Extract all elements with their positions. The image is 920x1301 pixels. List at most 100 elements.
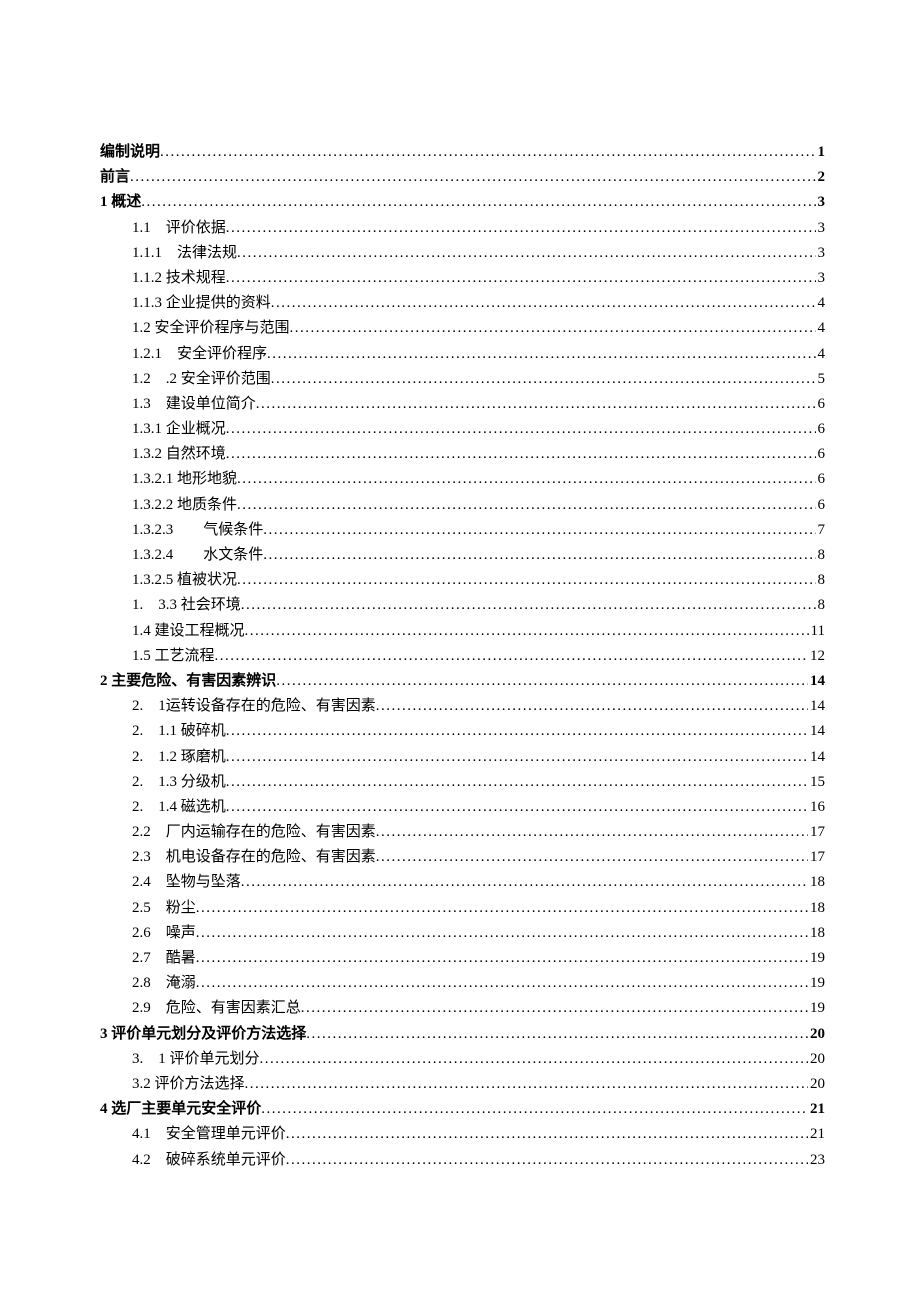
toc-entry-label: 1 概述	[100, 190, 141, 215]
toc-entry: 1.1 评价依据 3	[100, 216, 825, 241]
toc-leader-dots	[271, 291, 816, 316]
toc-entry-label: 2.6 噪声	[132, 921, 196, 946]
toc-entry: 1.3.2 自然环境 6	[100, 442, 825, 467]
toc-entry-page: 18	[808, 921, 825, 946]
toc-leader-dots	[261, 1097, 808, 1122]
toc-entry-page: 12	[808, 644, 825, 669]
toc-entry-page: 11	[809, 619, 825, 644]
toc-entry: 1.3.2.2 地质条件 6	[100, 493, 825, 518]
toc-leader-dots	[376, 845, 808, 870]
toc-entry-page: 8	[816, 593, 826, 618]
toc-leader-dots	[237, 493, 815, 518]
toc-entry-label: 1.3.2 自然环境	[132, 442, 226, 467]
toc-leader-dots	[241, 593, 816, 618]
toc-entry-page: 3	[816, 190, 826, 215]
toc-entry-page: 8	[816, 568, 826, 593]
toc-entry: 1.4 建设工程概况11	[100, 619, 825, 644]
toc-entry: 2. 1.4 磁选机 16	[100, 795, 825, 820]
toc-entry-label: 1.1.1 法律法规	[132, 241, 237, 266]
toc-entry-label: 1.1 评价依据	[132, 216, 226, 241]
toc-entry-label: 1. 3.3 社会环境	[132, 593, 241, 618]
toc-entry-label: 前言	[100, 165, 130, 190]
toc-leader-dots	[286, 1148, 808, 1173]
toc-entry: 3 评价单元划分及评价方法选择20	[100, 1022, 825, 1047]
toc-entry-page: 18	[808, 870, 825, 895]
toc-entry: 1.3 建设单位简介6	[100, 392, 825, 417]
toc-leader-dots	[276, 669, 808, 694]
toc-entry-page: 3	[816, 216, 826, 241]
toc-entry-page: 6	[816, 442, 826, 467]
toc-entry-page: 23	[808, 1148, 825, 1173]
toc-entry: 1.1.1 法律法规 3	[100, 241, 825, 266]
toc-entry-page: 16	[808, 795, 825, 820]
toc-entry-label: 2.9 危险、有害因素汇总	[132, 996, 301, 1021]
toc-leader-dots	[237, 241, 815, 266]
toc-leader-dots	[215, 644, 808, 669]
toc-entry: 2. 1运转设备存在的危险、有害因素 14	[100, 694, 825, 719]
toc-leader-dots	[306, 1022, 808, 1047]
toc-entry-page: 2	[816, 165, 826, 190]
toc-entry-label: 2.2 厂内运输存在的危险、有害因素	[132, 820, 376, 845]
toc-entry-page: 21	[808, 1122, 825, 1147]
toc-entry-label: 4 选厂主要单元安全评价	[100, 1097, 261, 1122]
toc-leader-dots	[376, 694, 808, 719]
toc-entry-page: 4	[816, 342, 826, 367]
toc-leader-dots	[245, 1072, 808, 1097]
toc-entry-page: 20	[808, 1022, 825, 1047]
toc-entry-label: 1.3.2.4 水文条件	[132, 543, 263, 568]
toc-entry-label: 1.2 .2 安全评价范围	[132, 367, 271, 392]
toc-entry: 1.1.2 技术规程3	[100, 266, 825, 291]
toc-entry-label: 2.4 坠物与坠落	[132, 870, 241, 895]
toc-entry-label: 3.2 评价方法选择	[132, 1072, 245, 1097]
toc-entry-label: 1.1.3 企业提供的资料	[132, 291, 271, 316]
toc-leader-dots	[376, 820, 808, 845]
toc-entry: 2.3 机电设备存在的危险、有害因素17	[100, 845, 825, 870]
toc-entry: 2.4 坠物与坠落 18	[100, 870, 825, 895]
toc-entry-label: 1.3.2.2 地质条件	[132, 493, 237, 518]
toc-entry: 1.1.3 企业提供的资料 4	[100, 291, 825, 316]
toc-entry-page: 1	[816, 140, 826, 165]
toc-entry-label: 4.1 安全管理单元评价	[132, 1122, 286, 1147]
toc-entry-label: 2. 1.4 磁选机	[132, 795, 226, 820]
toc-entry-page: 14	[808, 745, 825, 770]
toc-leader-dots	[256, 392, 816, 417]
toc-entry-page: 20	[808, 1047, 825, 1072]
toc-leader-dots	[226, 795, 808, 820]
toc-entry-page: 17	[808, 845, 825, 870]
toc-leader-dots	[130, 165, 815, 190]
toc-entry: 2. 1.3 分级机15	[100, 770, 825, 795]
toc-entry: 2.8 淹溺 19	[100, 971, 825, 996]
toc-entry-label: 1.2 安全评价程序与范围	[132, 316, 290, 341]
toc-entry-label: 4.2 破碎系统单元评价	[132, 1148, 286, 1173]
toc-leader-dots	[226, 745, 808, 770]
toc-entry: 1.3.2.4 水文条件 8	[100, 543, 825, 568]
toc-entry-label: 1.3.1 企业概况	[132, 417, 226, 442]
toc-entry: 4 选厂主要单元安全评价21	[100, 1097, 825, 1122]
toc-entry-page: 19	[808, 946, 825, 971]
toc-entry-page: 19	[808, 971, 825, 996]
toc-leader-dots	[226, 266, 816, 291]
toc-entry-page: 14	[808, 694, 825, 719]
toc-entry: 3. 1 评价单元划分20	[100, 1047, 825, 1072]
toc-entry: 2. 1.1 破碎机14	[100, 719, 825, 744]
toc-leader-dots	[290, 316, 816, 341]
toc-entry: 前言 2	[100, 165, 825, 190]
toc-entry: 4.2 破碎系统单元评价 23	[100, 1148, 825, 1173]
toc-leader-dots	[237, 467, 815, 492]
toc-entry-page: 6	[816, 493, 826, 518]
toc-entry: 2.2 厂内运输存在的危险、有害因素17	[100, 820, 825, 845]
toc-entry-page: 3	[816, 241, 826, 266]
toc-leader-dots	[196, 896, 808, 921]
toc-entry-label: 2.8 淹溺	[132, 971, 196, 996]
toc-leader-dots	[226, 442, 816, 467]
toc-entry-page: 6	[816, 467, 826, 492]
toc-leader-dots	[260, 1047, 808, 1072]
toc-entry-label: 1.3 建设单位简介	[132, 392, 256, 417]
toc-entry-page: 4	[816, 291, 826, 316]
toc-leader-dots	[141, 190, 815, 215]
toc-entry: 2.7 酷暑19	[100, 946, 825, 971]
toc-entry-page: 8	[816, 543, 826, 568]
toc-leader-dots	[237, 568, 815, 593]
toc-entry-label: 2. 1运转设备存在的危险、有害因素	[132, 694, 376, 719]
toc-leader-dots	[301, 996, 808, 1021]
